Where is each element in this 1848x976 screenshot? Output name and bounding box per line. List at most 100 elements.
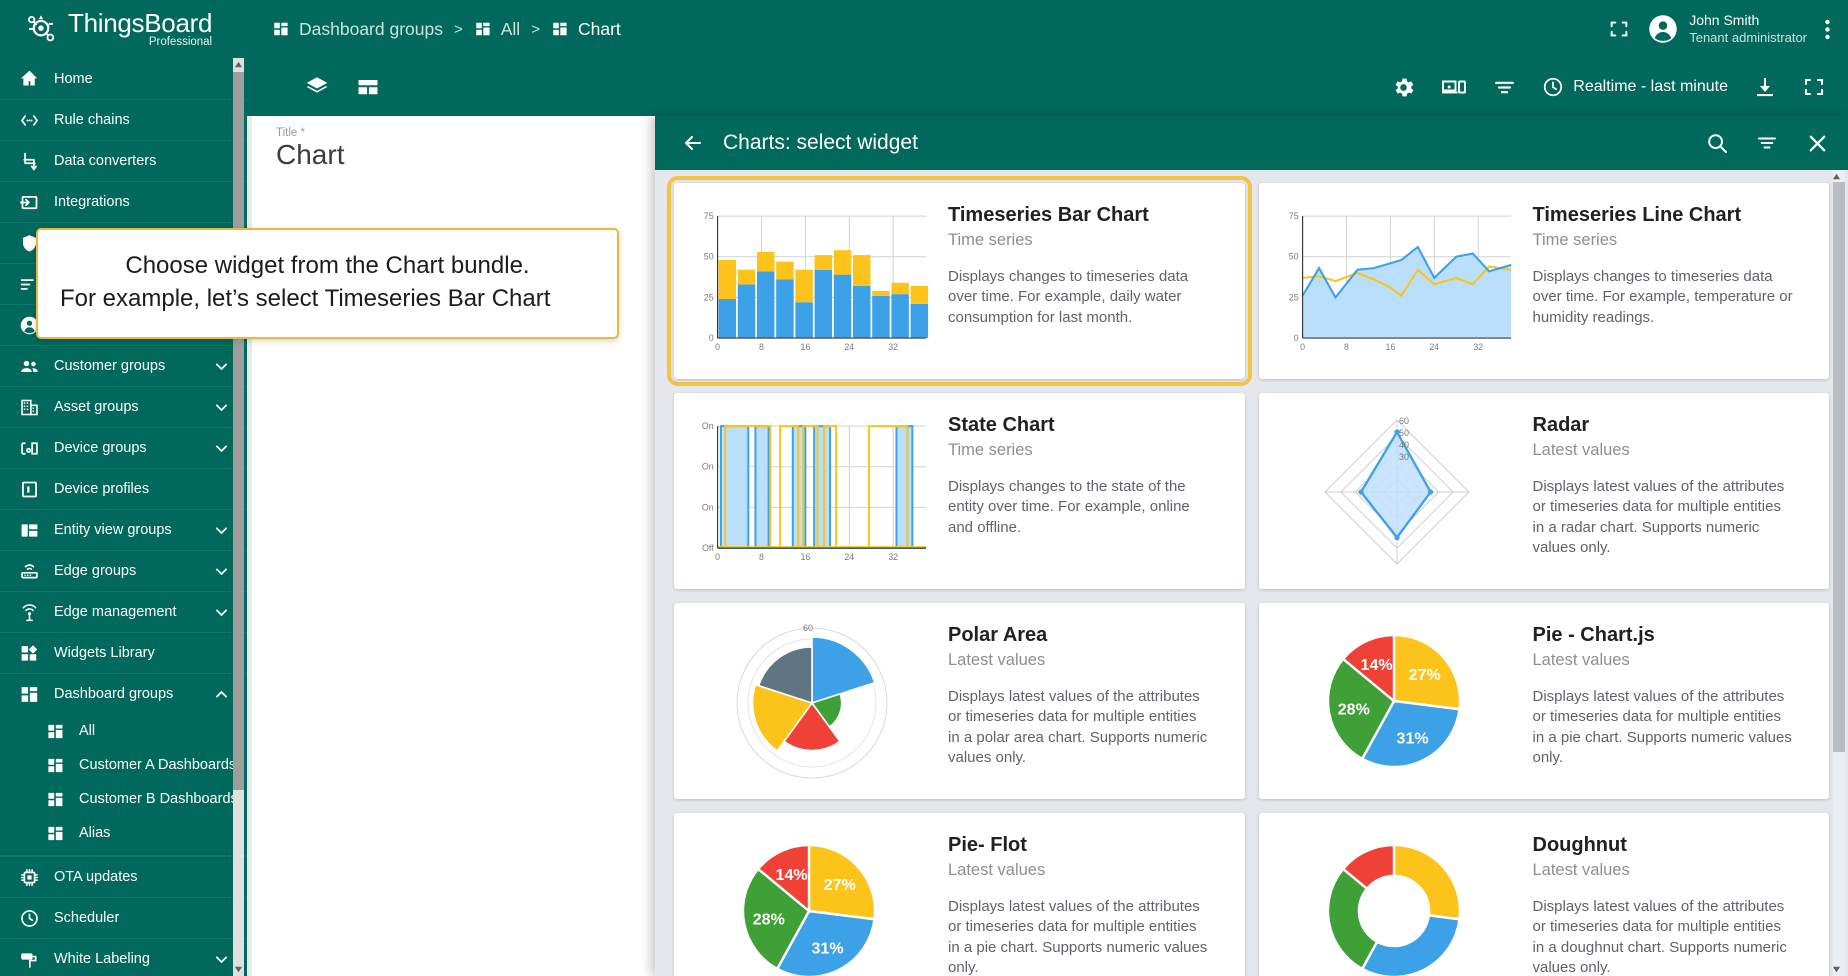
brand-logo[interactable]: ThingsBoard Professional (0, 0, 247, 58)
filter-icon[interactable] (1492, 75, 1517, 100)
fullscreen-icon[interactable] (1802, 75, 1826, 99)
devices-icon[interactable] (1441, 74, 1467, 100)
widget-panel-body: 0 25 50 75 0 8 16 24 32 Timeseries Bar Chart Tim… (655, 170, 1848, 976)
sidebar-item-scheduler[interactable]: Scheduler (0, 897, 247, 938)
widget-card-radar[interactable]: 30 40 50 60 Radar Latest values Displays la… (1258, 393, 1829, 589)
widget-card-timeseries-bar-chart[interactable]: 0 25 50 75 0 8 16 24 32 Timeseries Bar Chart Tim… (667, 176, 1252, 386)
sidebar-item-ota-updates[interactable]: OTA updates (0, 856, 247, 897)
svg-text:On: On (702, 421, 714, 431)
sidebar-item-home[interactable]: Home (0, 58, 247, 99)
svg-text:25: 25 (1288, 292, 1298, 302)
widget-panel-scrollbar-thumb[interactable] (1833, 182, 1845, 752)
sidebar-scroll-up-arrow[interactable] (233, 58, 244, 71)
sidebar-item-data-converters[interactable]: Data converters (0, 140, 247, 181)
sidebar-item-customer-b-dashboards[interactable]: Customer B Dashboards (0, 782, 247, 816)
layout-icon[interactable] (356, 75, 380, 99)
edge-management-icon (18, 601, 40, 623)
svg-text:27%: 27% (824, 877, 856, 894)
svg-text:50: 50 (1288, 252, 1298, 262)
account-circle-icon (1648, 14, 1678, 44)
device-profile-icon (18, 478, 40, 500)
timewindow-label: Realtime - last minute (1573, 78, 1728, 95)
widget-card-timeseries-line-chart[interactable]: 0 25 50 75 0 8 16 24 32 Timeseries Line Chart Ti… (1258, 183, 1829, 379)
sidebar-item-device-profiles[interactable]: Device profiles (0, 468, 247, 509)
chevron-down-icon (213, 399, 229, 415)
widget-card-pie-chart-js[interactable]: 27% 31% 28% 14% Pie - Chart.js Latest value… (1258, 603, 1829, 799)
user-menu[interactable]: John Smith Tenant administrator (1648, 12, 1807, 46)
sidebar-item-customer-groups[interactable]: Customer groups (0, 345, 247, 386)
sidebar-item-alias[interactable]: Alias (0, 816, 247, 850)
timeseries-bar-chart-preview: 0 25 50 75 0 8 16 24 32 (690, 197, 934, 365)
breadcrumb-label: Chart (577, 18, 621, 39)
dashboard-groups-icon (272, 20, 290, 38)
sidebar-item-customer-a-dashboards[interactable]: Customer A Dashboards (0, 748, 247, 782)
breadcrumb-item-dashboard-groups[interactable]: Dashboard groups (272, 19, 443, 40)
widget-title: Pie - Chart.js (1532, 624, 1655, 646)
download-icon[interactable] (1753, 75, 1777, 99)
widget-description: Displays changes to the state of the ent… (948, 478, 1190, 536)
search-icon[interactable] (1705, 131, 1729, 155)
sidebar-item-edge-groups[interactable]: Edge groups (0, 550, 247, 591)
widget-grid: 0 25 50 75 0 8 16 24 32 Timeseries Bar Chart Tim… (667, 176, 1829, 976)
svg-text:40: 40 (1399, 440, 1409, 450)
breadcrumb-label: Dashboard groups (299, 18, 443, 39)
chevron-down-icon (213, 563, 229, 579)
svg-text:14%: 14% (1360, 657, 1392, 674)
sidebar-item-label: Entity view groups (54, 522, 172, 538)
widget-card-pie-flot[interactable]: 27% 31% 28% 14% Pie- Flot Latest values Dis… (674, 813, 1245, 976)
widget-card-polar-area[interactable]: 60 Polar Area Latest values Displays lat… (674, 603, 1245, 799)
sidebar-item-widgets-library[interactable]: Widgets Library (0, 632, 247, 673)
svg-text:32: 32 (888, 552, 898, 562)
breadcrumb-item-all[interactable]: All (474, 19, 520, 40)
sidebar-item-rule-chains[interactable]: Rule chains (0, 99, 247, 140)
sidebar-scrollbar-thumb[interactable] (233, 72, 244, 790)
polar-area-chart-preview: 60 (690, 617, 934, 785)
sidebar-item-label: Integrations (54, 194, 130, 210)
widget-title: Pie- Flot (948, 834, 1027, 856)
timewindow-button[interactable]: Realtime - last minute (1542, 76, 1728, 98)
sidebar-item-white-labeling[interactable]: White Labeling (0, 938, 247, 976)
radar-chart-preview: 30 40 50 60 (1275, 407, 1519, 575)
sidebar-item-label: Home (54, 70, 93, 87)
dashboard-groups-icon (474, 20, 492, 38)
sidebar-item-label: Scheduler (54, 910, 120, 926)
svg-text:14%: 14% (776, 867, 808, 884)
gear-icon[interactable] (1391, 75, 1416, 100)
ota-icon (18, 866, 40, 888)
widget-title: Radar (1532, 414, 1590, 436)
brand-name: ThingsBoard (68, 7, 213, 38)
svg-text:24: 24 (844, 552, 854, 562)
widget-select-panel: Charts: select widget 0 25 50 75 0 8 16 24 32 (655, 116, 1848, 976)
sidebar-item-label: OTA updates (54, 869, 138, 885)
svg-text:0: 0 (1300, 342, 1305, 352)
widget-card-doughnut[interactable]: Doughnut Latest values Displays latest v… (1258, 813, 1829, 976)
sidebar-item-label: White Labeling (54, 951, 150, 967)
sidebar-item-entity-view-groups[interactable]: Entity view groups (0, 509, 247, 550)
more-vert-icon[interactable] (1825, 19, 1830, 40)
svg-text:30: 30 (1399, 452, 1409, 462)
widget-card-state-chart[interactable]: On On On Off 0 8 16 24 32 State Chart Time serie… (674, 393, 1245, 589)
sidebar-item-edge-management[interactable]: Edge management (0, 591, 247, 632)
widget-panel-scroll-down-arrow[interactable] (1830, 963, 1842, 976)
dashboard-icon (46, 790, 65, 809)
dashboard-title-value[interactable]: Chart (276, 139, 344, 171)
arrow-back-icon[interactable] (679, 129, 707, 157)
sidebar-item-label: Edge groups (54, 563, 137, 579)
sidebar-item-label: Device groups (54, 440, 147, 456)
sidebar-item-all[interactable]: All (0, 714, 247, 748)
widget-description: Displays latest values of the attributes… (948, 688, 1208, 767)
close-icon[interactable] (1805, 131, 1830, 156)
sidebar-item-dashboard-groups[interactable]: Dashboard groups (0, 673, 247, 714)
sidebar-item-label: Customer groups (54, 358, 166, 374)
fullscreen-icon[interactable] (1608, 18, 1630, 40)
sidebar-item-integrations[interactable]: Integrations (0, 181, 247, 222)
dashboard-title-card: Title * Chart (252, 116, 657, 226)
breadcrumb-item-chart[interactable]: Chart (551, 19, 621, 40)
sidebar-item-device-groups[interactable]: Device groups (0, 427, 247, 468)
filter-icon[interactable] (1755, 131, 1779, 155)
layers-icon[interactable] (304, 74, 330, 100)
sidebar-item-asset-groups[interactable]: Asset groups (0, 386, 247, 427)
sidebar-nav-scroll[interactable]: Home Rule chains Data converters Integra… (0, 58, 247, 976)
clock-icon (1542, 76, 1564, 98)
sidebar-scroll-down-arrow[interactable] (233, 963, 244, 976)
